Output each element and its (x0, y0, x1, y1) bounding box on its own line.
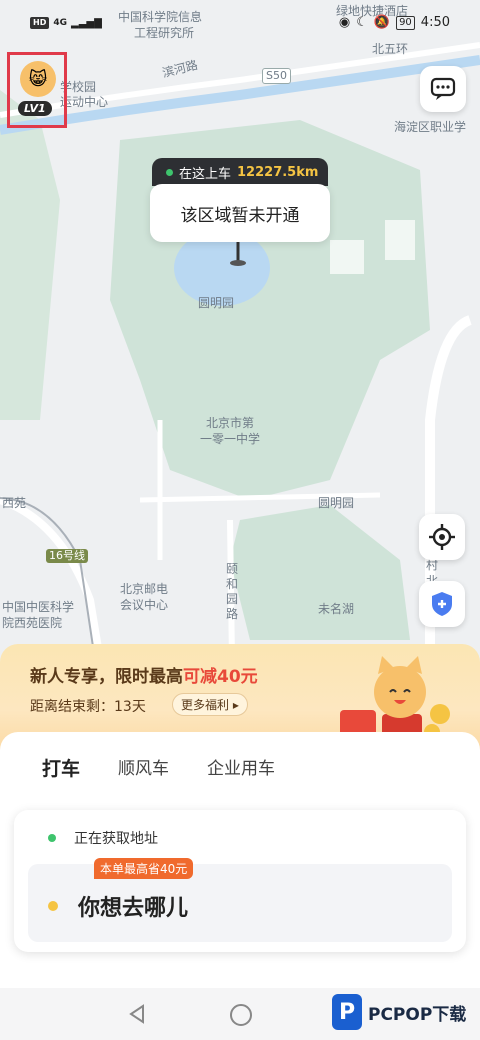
message-icon (430, 77, 456, 100)
status-bar: HD 4G ▂▃▅▇ ◉ ☾ 🔕 90 4:50 (0, 0, 480, 40)
map-label: 中国中医科学 (2, 600, 75, 614)
promo-title: 新人专享，限时最高可减40元 (30, 662, 258, 687)
pin-message: 该区域暂未开通 (150, 184, 330, 242)
pickup-address: 正在获取地址 (74, 831, 158, 847)
savings-badge: 本单最高省40元 (94, 858, 194, 879)
map-label: 圆明园 (318, 496, 355, 510)
battery-icon: 90 (396, 15, 415, 30)
map-label: 一零一中学 (200, 432, 261, 446)
pickup-tag-label: 在这上车 (179, 166, 232, 182)
watermark-text: PCPOP下载 (368, 1004, 467, 1025)
map-label: 16号线 (46, 549, 88, 563)
safety-button[interactable] (419, 581, 465, 627)
back-icon[interactable] (128, 1004, 146, 1024)
map-label: 西苑 (2, 496, 27, 510)
service-tabs: 打车 顺风车 企业用车 (42, 754, 275, 783)
clock: 4:50 (420, 15, 450, 30)
tab-carpool[interactable]: 顺风车 (118, 754, 169, 781)
tab-taxi[interactable]: 打车 (42, 754, 87, 783)
pickup-dot-icon (166, 168, 173, 176)
cat-avatar-icon: 😸 (20, 61, 56, 97)
signal-icon: ▂▃▅▇ (71, 17, 102, 29)
network-indicator: 4G (53, 18, 67, 28)
promo-countdown: 距离结束剩：13天 (30, 699, 146, 715)
map-label: 圆明园 (198, 296, 235, 310)
more-benefits-button[interactable]: 更多福利 ▸ (172, 693, 248, 716)
play-arrow-icon: ▸ (232, 698, 239, 712)
message-button[interactable] (420, 66, 466, 112)
more-benefits-label: 更多福利 (181, 698, 230, 712)
user-avatar-button[interactable]: 😸 LV1 (7, 52, 67, 128)
home-icon[interactable] (230, 1004, 252, 1026)
map-label: S50 (262, 68, 291, 84)
pickup-tag: 在这上车 12227.5km (152, 158, 328, 186)
destination-dot-icon (48, 901, 58, 911)
map-label: 运动中心 (60, 95, 109, 109)
map-label: 路 (226, 607, 239, 621)
map-label: 会议中心 (120, 598, 169, 612)
destination-placeholder: 你想去哪儿 (78, 896, 189, 921)
moon-icon: ☾ (356, 15, 368, 30)
crosshair-icon (429, 524, 455, 550)
map-label: 园 (226, 592, 239, 606)
map-label: 北五环 (372, 42, 409, 56)
pickup-distance: 12227.5km (237, 164, 319, 180)
destination-input[interactable]: 本单最高省40元 你想去哪儿 (28, 858, 452, 942)
map-label: 颐 (226, 562, 239, 576)
hd-indicator: HD (30, 17, 50, 29)
address-card: 正在获取地址 本单最高省40元 你想去哪儿 (14, 810, 466, 952)
level-badge: LV1 (18, 101, 52, 116)
map-label: 海淀区职业学 (394, 120, 467, 134)
map-label: 未名湖 (318, 602, 355, 616)
watermark: P PCPOP下载 (332, 994, 466, 1030)
map-view[interactable]: 中国科学院信息 工程研究所 绿地快捷酒店 北五环 S50 滨河路 学校园 运动中… (0, 0, 480, 660)
shield-icon (432, 592, 452, 616)
mute-icon: 🔕 (373, 15, 391, 30)
promo-title-highlight: 可减40元 (183, 667, 258, 687)
tab-enterprise[interactable]: 企业用车 (207, 754, 275, 781)
map-label: 北京邮电 (120, 582, 169, 596)
pickup-dot-icon (48, 834, 56, 842)
watermark-logo: P (332, 994, 362, 1030)
eye-icon: ◉ (338, 15, 351, 30)
pickup-row[interactable]: 正在获取地址 (48, 828, 158, 848)
map-label: 和 (226, 577, 239, 591)
map-label: 院西苑医院 (2, 616, 63, 630)
promo-title-prefix: 新人专享，限时最高 (30, 667, 183, 687)
locate-button[interactable] (419, 514, 465, 560)
map-label: 北京市第 (206, 416, 255, 430)
map-label: 村 (426, 558, 439, 572)
